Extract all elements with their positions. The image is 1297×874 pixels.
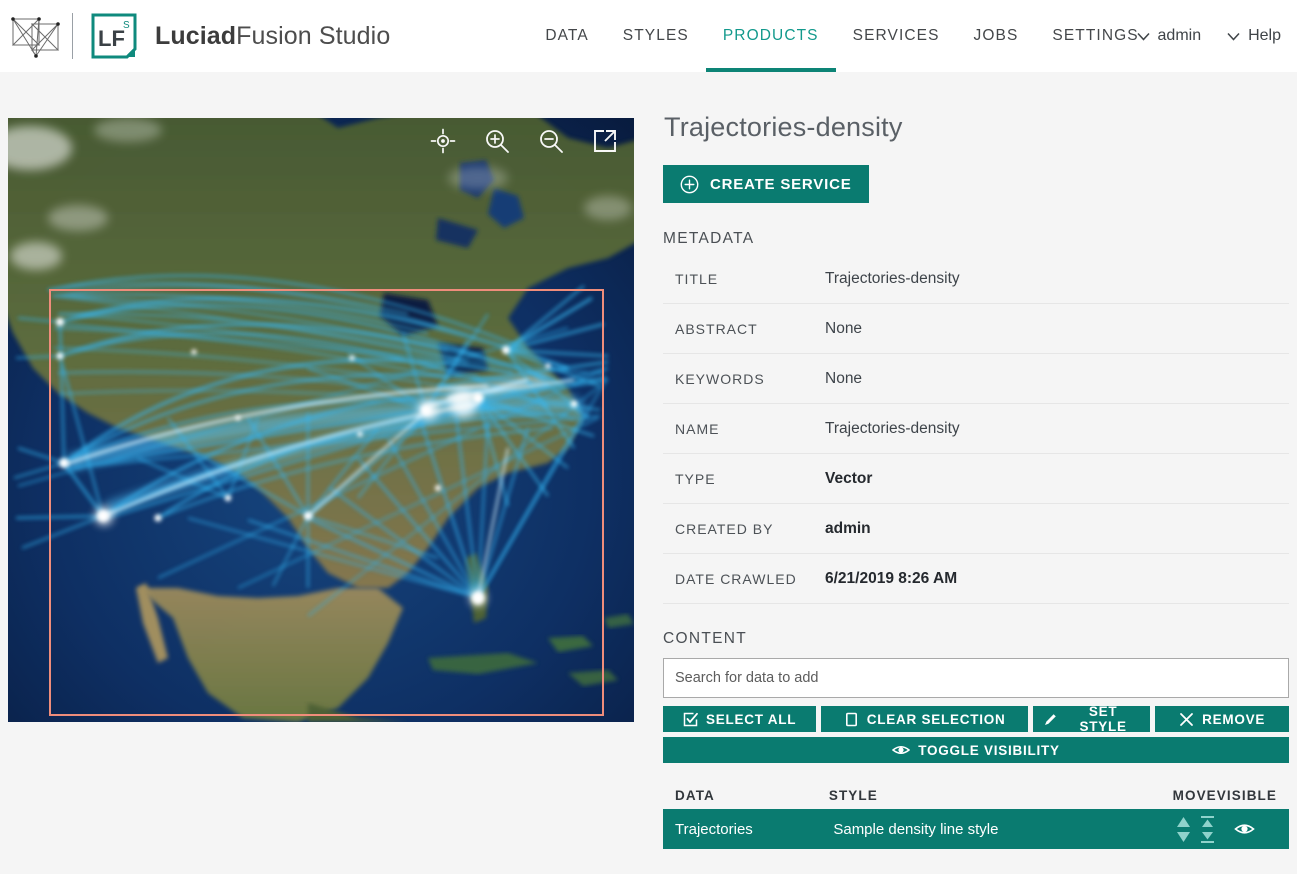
- toggle-visibility-label: TOGGLE VISIBILITY: [918, 742, 1060, 758]
- metadata-value: Trajectories-density: [825, 269, 960, 287]
- nav-item-styles[interactable]: STYLES: [606, 0, 706, 72]
- product-detail-panel: Trajectories-density CREATE SERVICE META…: [663, 112, 1289, 849]
- metadata-value: admin: [825, 519, 871, 537]
- move-step-group: [1175, 815, 1192, 844]
- move-down-icon[interactable]: [1175, 830, 1192, 844]
- metadata-value: None: [825, 319, 863, 337]
- move-to-bottom-icon[interactable]: [1199, 830, 1216, 844]
- brand-name-light: Fusion Studio: [236, 21, 391, 50]
- content-section-label: CONTENT: [663, 630, 748, 647]
- remove-label: REMOVE: [1202, 711, 1266, 727]
- content-action-buttons: SELECT ALL CLEAR SELECTION SET STYLE REM…: [663, 704, 1289, 734]
- row-data-label: Trajectories: [675, 820, 753, 838]
- metadata-key: CREATED BY: [675, 520, 774, 537]
- move-extreme-group: [1199, 815, 1216, 844]
- zoom-out-icon[interactable]: [538, 128, 564, 154]
- brand: LF S LuciadFusion Studio: [0, 9, 390, 63]
- nav-item-services[interactable]: SERVICES: [836, 0, 957, 72]
- help-menu-label: Help: [1248, 27, 1281, 44]
- create-service-label: CREATE SERVICE: [710, 175, 852, 193]
- row-style-label: Sample density line style: [833, 820, 999, 838]
- metadata-row-title: TITLE Trajectories-density: [663, 254, 1289, 304]
- trajectory-density-layer: [13, 274, 609, 617]
- metadata-key: DATE CRAWLED: [675, 570, 797, 587]
- metadata-section-label: METADATA: [663, 230, 755, 247]
- column-header-style: STYLE: [828, 787, 878, 803]
- select-all-label: SELECT ALL: [705, 711, 797, 727]
- clear-selection-button[interactable]: CLEAR SELECTION: [821, 706, 1028, 732]
- row-visibility-cell: [1234, 821, 1289, 837]
- metadata-table: TITLE Trajectories-density ABSTRACT None…: [663, 254, 1289, 604]
- app-header: LF S LuciadFusion Studio DATA STYLES PRO…: [0, 0, 1297, 72]
- metadata-value: None: [825, 369, 863, 387]
- metadata-key: KEYWORDS: [675, 370, 765, 387]
- fullscreen-icon[interactable]: [592, 128, 618, 154]
- eye-icon: [892, 746, 911, 754]
- metadata-row-keywords: KEYWORDS None: [663, 354, 1289, 404]
- close-icon: [1180, 712, 1193, 726]
- help-menu[interactable]: Help: [1227, 27, 1281, 45]
- metadata-key: TITLE: [675, 270, 719, 287]
- metadata-row-name: NAME Trajectories-density: [663, 404, 1289, 454]
- metadata-key: NAME: [675, 420, 720, 437]
- set-style-button[interactable]: SET STYLE: [1032, 704, 1151, 734]
- hexagon-logo-icon: [11, 17, 60, 58]
- brand-name-bold: Luciad: [155, 21, 237, 50]
- metadata-value: 6/21/2019 8:26 AM: [825, 569, 958, 587]
- column-header-visible: VISIBLE: [1216, 787, 1277, 803]
- table-row[interactable]: Trajectories Sample density line style: [663, 809, 1289, 849]
- map-toolbar: [430, 128, 618, 154]
- user-menu-label: admin: [1157, 27, 1202, 44]
- header-user-area: admin Help: [1136, 0, 1281, 72]
- move-up-icon[interactable]: [1175, 815, 1192, 829]
- column-header-move: MOVE: [1172, 787, 1217, 803]
- column-header-data: DATA: [675, 787, 715, 803]
- plus-circle-icon: [680, 175, 699, 193]
- page-title: Trajectories-density: [664, 112, 903, 142]
- remove-button[interactable]: REMOVE: [1155, 706, 1289, 732]
- nav-item-jobs[interactable]: JOBS: [957, 0, 1036, 72]
- main-navigation: DATA STYLES PRODUCTS SERVICES JOBS SETTI…: [528, 0, 1155, 72]
- checkbox-check-icon: [683, 712, 698, 726]
- create-service-button[interactable]: CREATE SERVICE: [663, 165, 869, 203]
- svg-text:S: S: [123, 20, 130, 31]
- content-table-header: DATA STYLE MOVE VISIBLE: [663, 781, 1289, 809]
- metadata-row-created-by: CREATED BY admin: [663, 504, 1289, 554]
- metadata-row-date-crawled: DATE CRAWLED 6/21/2019 8:26 AM: [663, 554, 1289, 604]
- nav-item-data[interactable]: DATA: [528, 0, 605, 72]
- content-table: DATA STYLE MOVE VISIBLE Trajectories Sam…: [663, 781, 1289, 849]
- user-menu[interactable]: admin: [1136, 27, 1202, 45]
- brand-title: LuciadFusion Studio: [155, 22, 390, 51]
- metadata-value: Vector: [825, 469, 873, 487]
- clear-selection-label: CLEAR SELECTION: [866, 711, 1006, 727]
- metadata-row-type: TYPE Vector: [663, 454, 1289, 504]
- search-input[interactable]: [663, 658, 1289, 698]
- row-move-controls: [1175, 815, 1234, 844]
- empty-square-icon: [845, 712, 857, 726]
- metadata-key: ABSTRACT: [675, 320, 758, 337]
- chevron-down-icon: [1136, 32, 1150, 41]
- nav-item-products[interactable]: PRODUCTS: [705, 0, 836, 72]
- eye-icon[interactable]: [1234, 821, 1255, 837]
- metadata-value: Trajectories-density: [825, 419, 960, 437]
- set-style-label: SET STYLE: [1079, 704, 1127, 734]
- zoom-in-icon[interactable]: [484, 128, 510, 154]
- metadata-key: TYPE: [675, 470, 716, 487]
- brand-divider: [72, 13, 73, 59]
- chevron-down-icon: [1227, 32, 1240, 41]
- lf-logo: LF S: [91, 13, 137, 59]
- select-all-button[interactable]: SELECT ALL: [663, 706, 817, 732]
- move-to-top-icon[interactable]: [1199, 815, 1216, 829]
- svg-text:LF: LF: [98, 26, 125, 51]
- map-preview[interactable]: [8, 118, 634, 722]
- locate-icon[interactable]: [430, 128, 456, 154]
- pencil-icon: [1044, 713, 1056, 725]
- toggle-visibility-button[interactable]: TOGGLE VISIBILITY: [663, 737, 1289, 763]
- metadata-row-abstract: ABSTRACT None: [663, 304, 1289, 354]
